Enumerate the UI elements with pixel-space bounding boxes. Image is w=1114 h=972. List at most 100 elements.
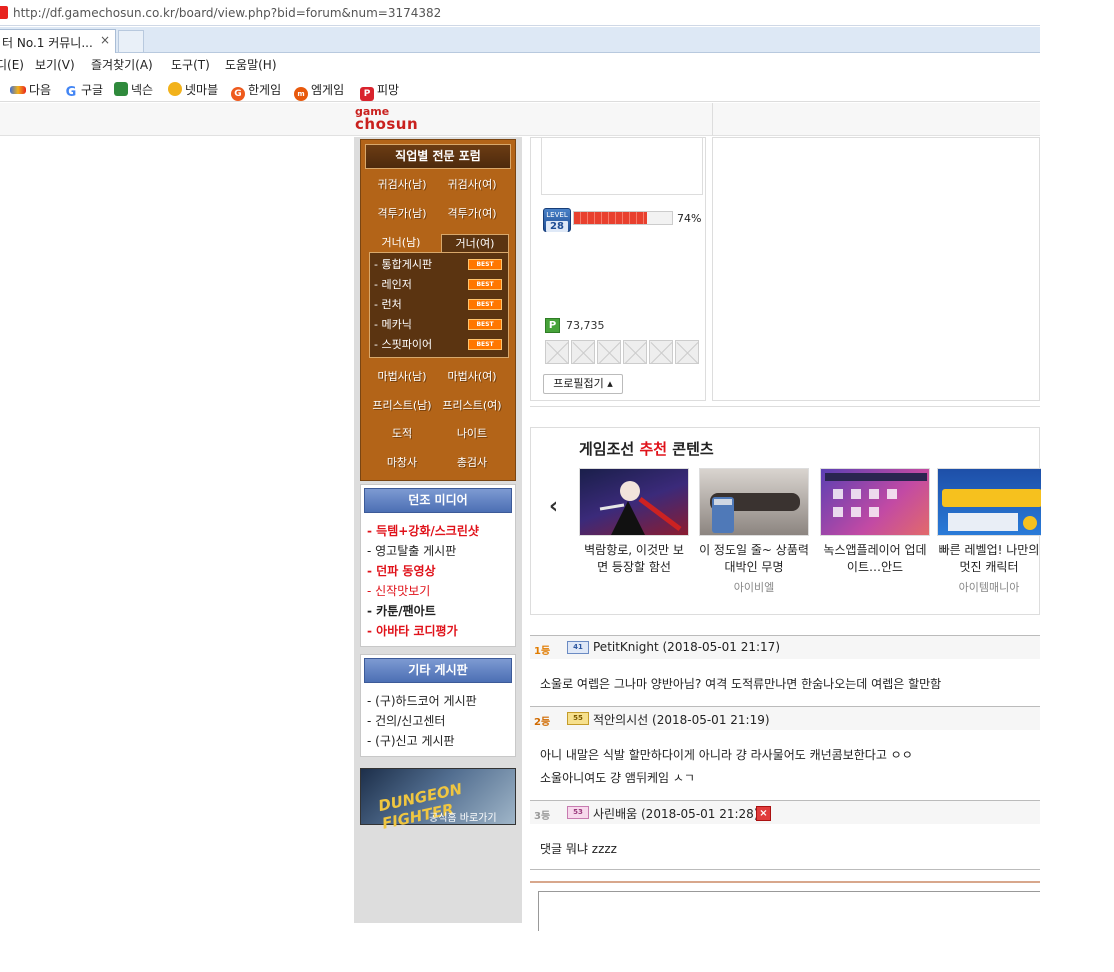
razor-product-image	[710, 493, 800, 533]
sidebar-item-avatar[interactable]: - 아바타 코디평가	[367, 622, 458, 639]
pmang-icon: P	[360, 87, 374, 101]
content-thumbnail	[937, 468, 1041, 536]
list-item[interactable]: - 메카닉 BEST	[374, 316, 508, 334]
comment-header: 2등 55 적안의시선 (2018-05-01 21:19)	[530, 706, 1040, 730]
job-link[interactable]: 마창사	[367, 454, 437, 470]
sidebar-item-cartoon[interactable]: - 카툰/팬아트	[367, 602, 436, 619]
tab-strip: 터 No.1 커뮤니... ×	[0, 27, 1040, 53]
gunner-subforum-list: - 통합게시판 BEST - 레인저 BEST - 런처 BEST - 메카닉 BEST…	[369, 252, 509, 358]
fav-daum[interactable]: 다음	[10, 81, 51, 98]
comment-author[interactable]: PetitKnight (2018-05-01 21:17)	[593, 640, 780, 654]
job-link[interactable]: 격투가(여)	[437, 205, 507, 221]
job-link[interactable]: 마법사(남)	[367, 368, 437, 384]
content-card[interactable]: 이 정도일 줄~ 상품력 대박인 무명 아이비엘	[699, 468, 809, 595]
user-level-icon: 41	[567, 641, 589, 654]
job-forum-box: 직업별 전문 포럼 귀검사(남) 귀검사(여) 격투가(남) 격투가(여) 거너…	[360, 139, 516, 481]
sidebar-item-report-center[interactable]: - 건의/신고센터	[367, 712, 445, 729]
job-link[interactable]: 총검사	[437, 454, 507, 470]
menu-bar: 디(E) 보기(V) 즐겨찾기(A) 도구(T) 도움말(H)	[0, 53, 1040, 75]
user-level-icon: 55	[567, 712, 589, 725]
job-forum-title: 직업별 전문 포럼	[365, 144, 511, 169]
chevron-left-icon[interactable]: ‹	[549, 494, 558, 519]
job-row: 프리스트(남) 프리스트(여)	[361, 397, 515, 417]
job-link[interactable]: 도적	[367, 425, 437, 441]
menu-edit[interactable]: 디(E)	[0, 56, 24, 73]
nexon-icon	[114, 82, 128, 96]
level-percent: 74%	[677, 212, 702, 225]
sidebar-item-old-report[interactable]: - (구)신고 게시판	[367, 732, 455, 749]
empty-slot	[675, 340, 699, 364]
job-link[interactable]: 프리스트(여)	[437, 397, 507, 413]
list-item[interactable]: - 런처 BEST	[374, 296, 508, 314]
gamechosun-logo[interactable]: game chosun	[355, 105, 418, 132]
menu-tools[interactable]: 도구(T)	[171, 56, 210, 73]
sidebar-item-escape[interactable]: - 영고탈출 게시판	[367, 542, 456, 559]
best-badge[interactable]: BEST	[468, 259, 502, 270]
rank-badge: 3등	[534, 811, 551, 822]
sidebar-item-preview[interactable]: - 신작맛보기	[367, 582, 430, 599]
new-tab-button[interactable]	[118, 30, 144, 52]
job-link[interactable]: 마법사(여)	[437, 368, 507, 384]
fav-netmarble[interactable]: 넷마블	[168, 81, 218, 98]
url-text[interactable]: http://df.gamechosun.co.kr/board/view.ph…	[13, 6, 441, 20]
empty-slot	[571, 340, 595, 364]
comment-author[interactable]: 적안의시선 (2018-05-01 21:19)	[593, 711, 770, 728]
job-row: 마법사(남) 마법사(여)	[361, 368, 515, 388]
content-caption: 벽람항로, 이것만 보면 등장할 함선	[584, 543, 684, 574]
content-card[interactable]: 녹스앱플레이어 업데이트…안드	[820, 468, 930, 579]
sidebar-item-screenshot[interactable]: - 득템+강화/스크린샷	[367, 522, 479, 539]
menu-favorites[interactable]: 즐겨찾기(A)	[91, 56, 153, 73]
tab-gunner-female[interactable]: 거너(여)	[441, 234, 509, 252]
empty-slot	[623, 340, 647, 364]
job-link[interactable]: 나이트	[437, 425, 507, 441]
content-thumbnail	[820, 468, 930, 536]
comment-text: 댓글 뭐냐 zzzz	[540, 842, 617, 856]
fav-pmang[interactable]: P 피망	[360, 81, 399, 101]
best-badge[interactable]: BEST	[468, 319, 502, 330]
comment-input[interactable]	[538, 891, 1040, 931]
job-link[interactable]: 귀검사(여)	[437, 176, 507, 192]
sidebar: 직업별 전문 포럼 귀검사(남) 귀검사(여) 격투가(남) 격투가(여) 거너…	[354, 137, 522, 923]
content-thumbnail	[699, 468, 809, 536]
media-title: 던조 미디어	[364, 488, 512, 513]
fav-nexon[interactable]: 넥슨	[114, 81, 153, 98]
tab-gunner-male[interactable]: 거너(남)	[367, 234, 435, 252]
content-caption: 녹스앱플레이어 업데이트…안드	[823, 543, 927, 574]
sidebar-item-hardcore[interactable]: - (구)하드코어 게시판	[367, 692, 477, 709]
sidebar-item-video[interactable]: - 던파 동영상	[367, 562, 436, 579]
menu-help[interactable]: 도움말(H)	[225, 56, 277, 73]
point-icon: P	[545, 318, 560, 333]
fav-hangame[interactable]: G 한게임	[231, 81, 281, 101]
address-bar[interactable]: http://df.gamechosun.co.kr/board/view.ph…	[0, 0, 1040, 26]
list-item[interactable]: - 통합게시판 BEST	[374, 256, 508, 274]
content-card[interactable]: 벽람항로, 이것만 보면 등장할 함선	[579, 468, 689, 579]
comment-author[interactable]: 사린배움 (2018-05-01 21:28)	[593, 805, 759, 822]
delete-icon[interactable]: ×	[756, 806, 771, 821]
profile-card: LEVEL 28 74% P 73,735 프로필접기 ▴	[530, 137, 706, 401]
google-icon: G	[65, 85, 77, 100]
banner-link-text: 공식홈 바로가기	[429, 813, 497, 824]
fav-mgame[interactable]: m 엠게임	[294, 81, 344, 101]
content-card[interactable]: 빠른 레벨업! 나만의 멋진 캐릭터 아이템매니아	[937, 468, 1041, 595]
dungeon-fighter-banner[interactable]: DUNGEON FIGHTER 공식홈 바로가기	[360, 768, 516, 833]
list-item[interactable]: - 레인저 BEST	[374, 276, 508, 294]
job-row: 격투가(남) 격투가(여)	[361, 205, 515, 225]
tab-close-icon[interactable]: ×	[100, 33, 110, 47]
best-badge[interactable]: BEST	[468, 299, 502, 310]
list-item[interactable]: - 스핏파이어 BEST	[374, 336, 508, 354]
best-badge[interactable]: BEST	[468, 279, 502, 290]
fav-google[interactable]: G 구글	[64, 81, 103, 100]
fold-profile-button[interactable]: 프로필접기 ▴	[543, 374, 623, 394]
browser-tab[interactable]: 터 No.1 커뮤니... ×	[0, 29, 116, 53]
best-badge[interactable]: BEST	[468, 339, 502, 350]
comment-write-area	[530, 881, 1040, 931]
job-link[interactable]: 프리스트(남)	[367, 397, 437, 413]
content-caption: 이 정도일 줄~ 상품력 대박인 무명	[699, 543, 809, 574]
level-badge: LEVEL 28	[543, 208, 571, 232]
menu-view[interactable]: 보기(V)	[35, 56, 75, 73]
job-link[interactable]: 격투가(남)	[367, 205, 437, 221]
contents-title: 게임조선 추천 콘텐츠	[579, 440, 714, 458]
job-link[interactable]: 귀검사(남)	[367, 176, 437, 192]
comment-text: 소울로 여렙은 그나마 양반아님? 여격 도적류만나면 한숨나오는데 여렙은 할…	[540, 677, 942, 691]
media-box: 던조 미디어 - 득템+강화/스크린샷 - 영고탈출 게시판 - 던파 동영상 …	[360, 484, 516, 647]
